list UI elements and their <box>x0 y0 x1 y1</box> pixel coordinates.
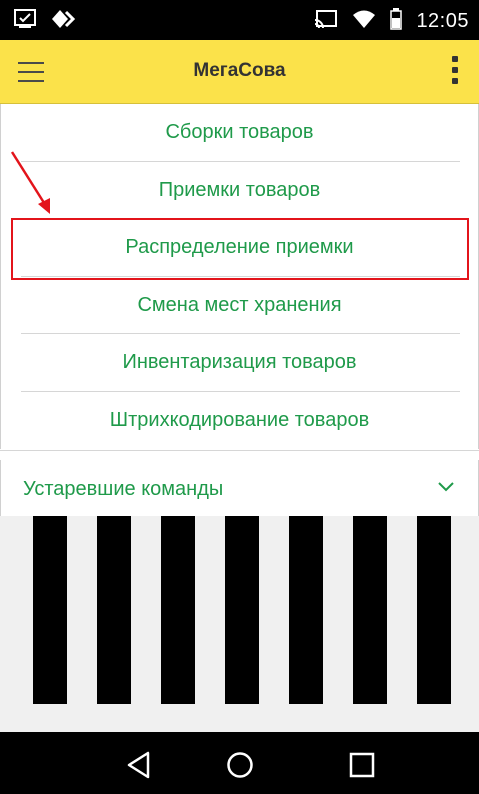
menu-item-storage-change[interactable]: Смена мест хранения <box>1 277 478 335</box>
menu-item-label: Приемки товаров <box>158 178 321 201</box>
barcode-stripe <box>161 516 195 704</box>
battery-icon <box>390 8 403 35</box>
wifi-icon <box>352 9 376 34</box>
back-icon[interactable] <box>124 750 154 780</box>
barcode-stripe <box>417 516 451 704</box>
barcode-stripe <box>97 516 131 704</box>
barcode-stripe <box>353 516 387 704</box>
annotation-arrow <box>10 151 50 214</box>
menu-item-label: Штрихкодирование товаров <box>109 408 370 431</box>
section-divider <box>0 450 479 460</box>
chevron-down-icon <box>438 482 454 492</box>
vpn-diamond-icon <box>52 8 78 35</box>
barcode-stripe <box>225 516 259 704</box>
barcode-background <box>0 516 479 732</box>
obsolete-commands-label: Устаревшие команды <box>23 478 224 500</box>
navigation-bar <box>0 732 479 794</box>
barcode-stripe <box>33 516 67 704</box>
app-bar: МегаСова <box>0 40 479 104</box>
screenshot-icon <box>14 9 36 34</box>
menu-item-label: Смена мест хранения <box>137 293 342 316</box>
menu-item-inventory[interactable]: Инвентаризация товаров <box>1 334 478 392</box>
recents-icon[interactable] <box>347 750 377 780</box>
more-vert-icon[interactable] <box>445 56 465 90</box>
menu-item-label: Сборки товаров <box>165 121 314 144</box>
obsolete-commands-section[interactable]: Устаревшие команды <box>0 460 479 516</box>
home-icon[interactable] <box>225 750 255 780</box>
menu-item-label: Инвентаризация товаров <box>122 351 357 374</box>
status-bar: 12:05 <box>0 0 479 40</box>
app-title: МегаСова <box>193 60 286 81</box>
menu-item-barcoding[interactable]: Штрихкодирование товаров <box>1 392 478 450</box>
barcode-stripe <box>289 516 323 704</box>
cast-icon <box>314 9 338 34</box>
clock: 12:05 <box>416 10 469 32</box>
